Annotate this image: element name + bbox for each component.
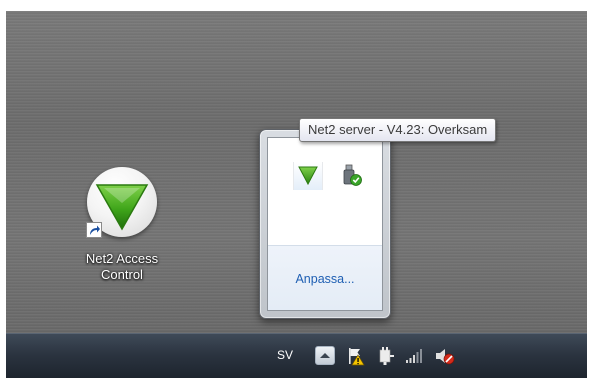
desktop-shortcut-label-line1: Net2 Access (85, 251, 159, 266)
customize-link[interactable]: Anpassa... (268, 272, 382, 286)
notification-overflow-popup: Anpassa... (259, 129, 391, 319)
power-plug-icon[interactable] (376, 346, 396, 366)
volume-muted-icon[interactable] (434, 346, 455, 366)
shortcut-arrow-icon (86, 222, 102, 238)
popup-footer: Anpassa... (268, 245, 382, 310)
hidden-icons-area (268, 138, 382, 242)
desktop: Net2 Access Control Anpassa... Net2 serv… (6, 11, 587, 333)
chevron-up-icon (320, 353, 330, 358)
tray-tooltip: Net2 server - V4.23: Overksam (299, 118, 497, 142)
taskbar: SV (6, 333, 587, 378)
network-signal-icon[interactable] (404, 346, 424, 366)
usb-safely-remove-tray-icon[interactable] (339, 162, 367, 190)
popup-inner-panel: Anpassa... (267, 137, 383, 311)
desktop-shortcut-net2-access-control[interactable]: Net2 Access Control (62, 167, 182, 297)
action-center-flag-warning-icon[interactable] (346, 346, 366, 366)
desktop-shortcut-label: Net2 Access Control (62, 251, 182, 283)
show-hidden-icons-button[interactable] (315, 346, 335, 365)
net2-server-tray-icon[interactable] (293, 162, 323, 190)
desktop-shortcut-label-line2: Control (101, 267, 143, 282)
screenshot-frame: Net2 Access Control Anpassa... Net2 serv… (6, 11, 587, 378)
language-indicator[interactable]: SV (277, 348, 293, 362)
